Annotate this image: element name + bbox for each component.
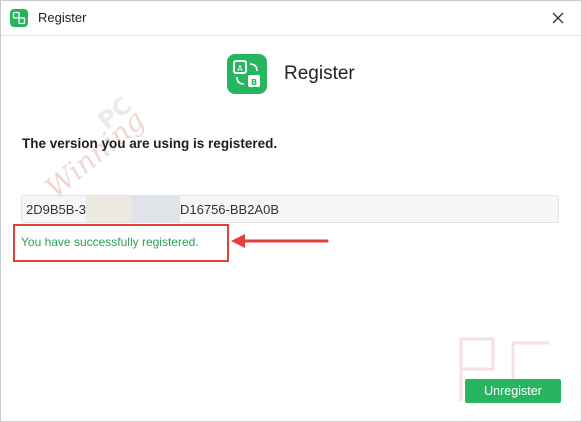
annotation-arrow xyxy=(231,231,331,251)
svg-text:B: B xyxy=(251,78,257,87)
app-logo-icon: A B xyxy=(227,54,267,94)
register-window: Register Winning PC A B Register The ver… xyxy=(0,0,582,422)
registration-status-text: The version you are using is registered. xyxy=(22,136,278,151)
title-bar: Register xyxy=(1,1,581,36)
unregister-button[interactable]: Unregister xyxy=(465,379,561,403)
license-key-suffix: D16756-BB2A0B xyxy=(179,201,279,217)
success-message: You have successfully registered. xyxy=(21,235,199,249)
license-key-field[interactable]: 2D9B5B-3 D16756-BB2A0B xyxy=(21,195,559,223)
page-title: Register xyxy=(284,63,355,84)
translate-ab-icon xyxy=(10,9,28,27)
svg-text:A: A xyxy=(237,64,243,73)
license-key-prefix: 2D9B5B-3 xyxy=(26,201,86,217)
license-key-redacted xyxy=(85,196,132,222)
close-icon xyxy=(552,12,564,24)
close-button[interactable] xyxy=(535,1,581,35)
window-title: Register xyxy=(38,10,87,25)
license-key-redacted xyxy=(131,196,180,222)
svg-text:Winning: Winning xyxy=(39,103,151,204)
